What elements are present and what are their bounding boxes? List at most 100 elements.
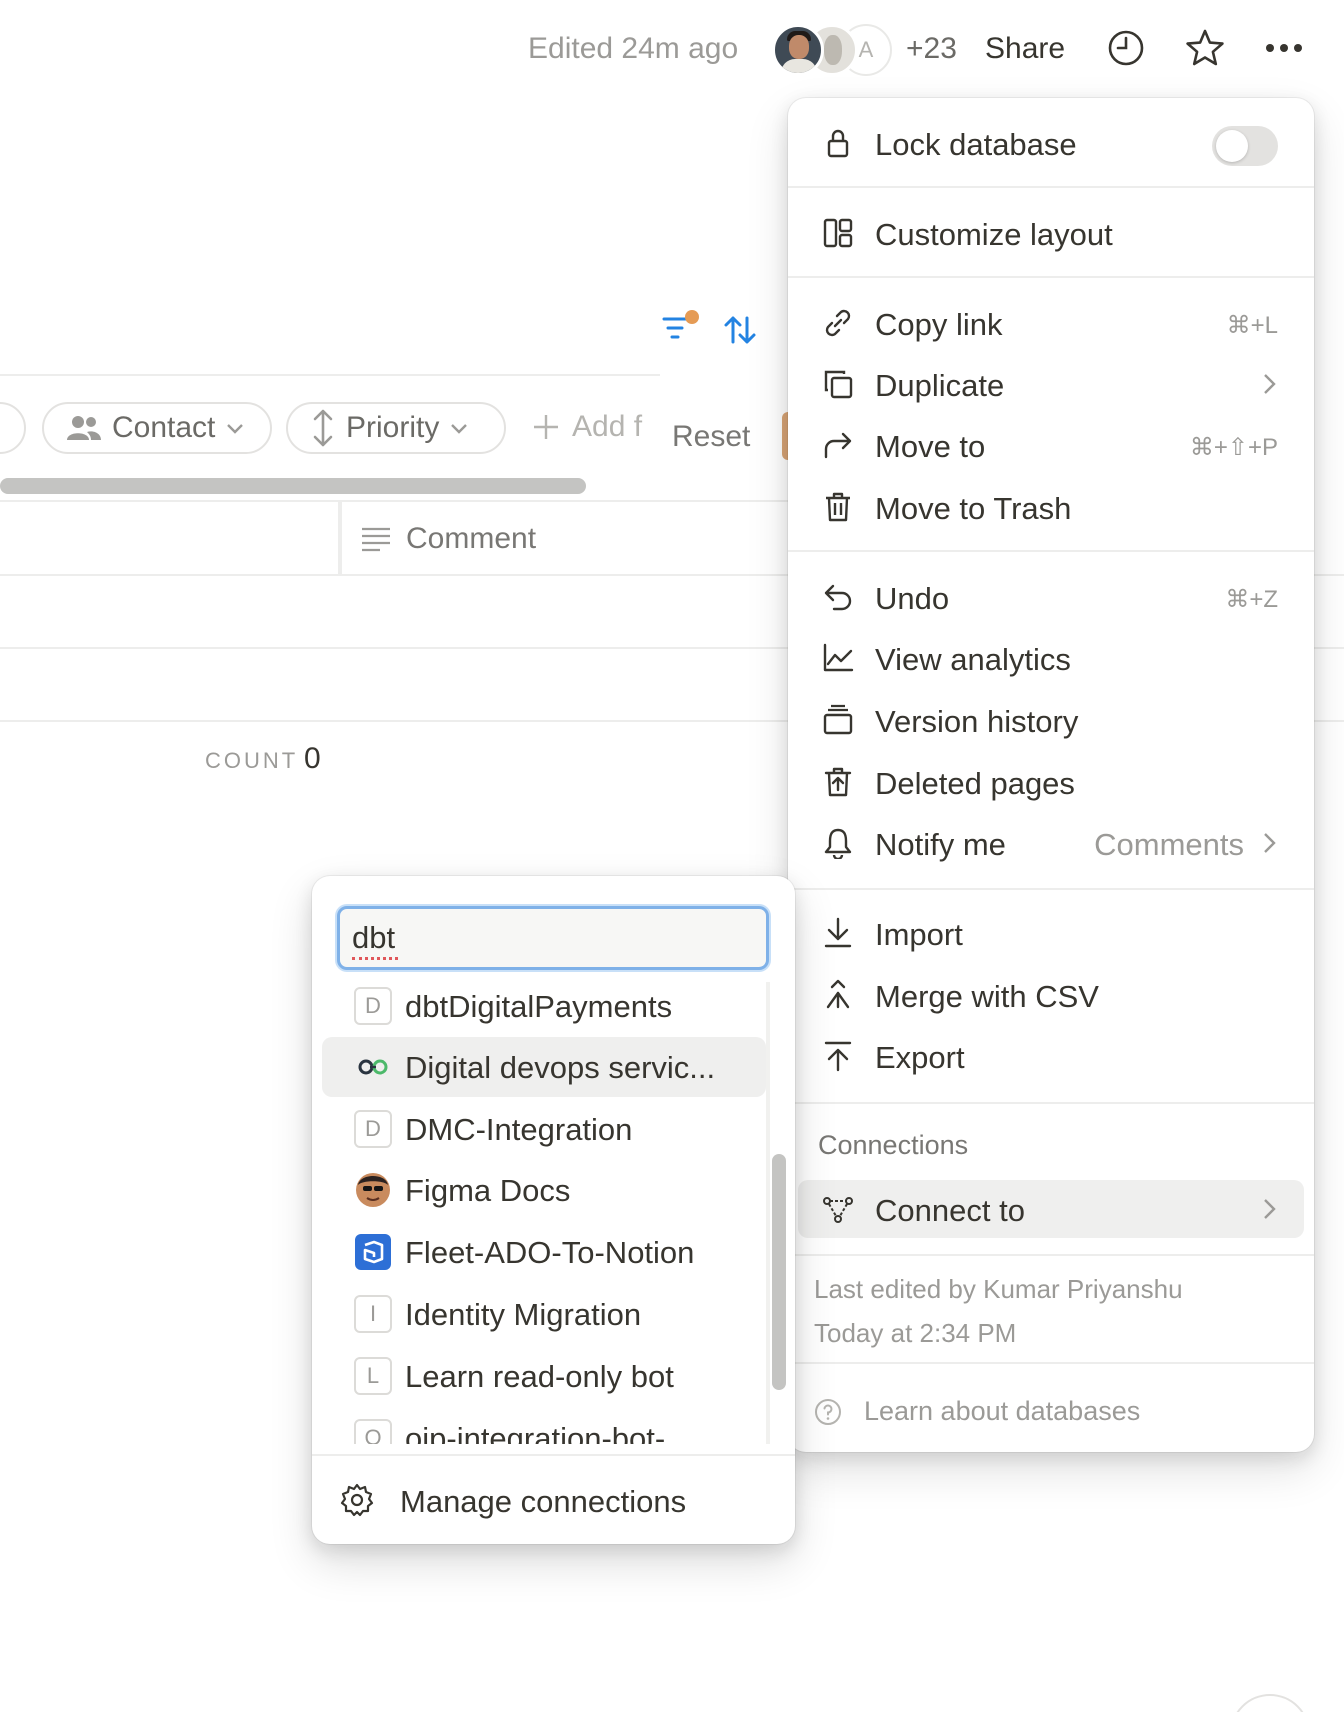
- menu-divider: [788, 1362, 1314, 1364]
- last-edited-by: Last edited by Kumar Priyanshu: [814, 1274, 1183, 1304]
- avatar[interactable]: [772, 24, 824, 76]
- share-button[interactable]: Share: [985, 32, 1065, 66]
- menu-item-label: Copy link: [875, 307, 1003, 342]
- manage-connections-label: Manage connections: [400, 1484, 687, 1519]
- learn-label: Learn about databases: [864, 1396, 1141, 1426]
- restore-trash-icon: [824, 767, 852, 797]
- reset-button[interactable]: Reset: [672, 420, 750, 454]
- menu-item-label: Merge with CSV: [875, 979, 1099, 1014]
- sort-icon[interactable]: [722, 312, 758, 348]
- trash-icon: [826, 492, 850, 522]
- list-item[interactable]: L Learn read-only bot: [322, 1346, 766, 1406]
- clock-icon[interactable]: [1106, 28, 1146, 68]
- shortcut-label: ⌘+L: [1226, 312, 1278, 339]
- count-label: COUNT: [205, 748, 299, 773]
- page-topbar: Edited 24m ago A +23 Share: [0, 0, 1344, 100]
- vertical-scrollbar[interactable]: [772, 1154, 786, 1390]
- menu-divider: [788, 1102, 1314, 1104]
- list-item[interactable]: Fleet-ADO-To-Notion: [322, 1222, 766, 1282]
- bell-icon: [824, 828, 852, 859]
- chevron-right-icon: [1264, 374, 1276, 394]
- import-icon: [824, 917, 852, 948]
- list-item[interactable]: O oip-integration-bot-: [322, 1408, 766, 1444]
- connection-search-input[interactable]: [337, 906, 769, 970]
- list-item[interactable]: I Identity Migration: [322, 1284, 766, 1344]
- column-header-label: Comment: [406, 522, 537, 555]
- menu-item-label: Undo: [875, 581, 950, 616]
- learn-about-databases-link[interactable]: Learn about databases: [814, 1396, 1140, 1427]
- filter-chip-contact[interactable]: Contact: [42, 402, 272, 454]
- connection-list[interactable]: D dbtDigitalPayments Digital devops serv…: [312, 980, 795, 1444]
- list-item-label: Fleet-ADO-To-Notion: [405, 1235, 695, 1270]
- move-arrow-icon: [824, 432, 852, 459]
- merge-icon: [826, 979, 850, 1009]
- more-collaborators-count[interactable]: +23: [906, 32, 957, 66]
- face-avatar-icon: [356, 1173, 390, 1207]
- more-icon[interactable]: [1264, 28, 1304, 68]
- list-item-label: Digital devops servic...: [405, 1050, 716, 1085]
- menu-divider: [788, 550, 1314, 552]
- menu-item-label: Customize layout: [875, 217, 1113, 252]
- database-options-menu: Lock database Customize layout Copy link…: [788, 98, 1314, 1452]
- menu-item-label: Duplicate: [875, 368, 1005, 403]
- menu-divider: [788, 888, 1314, 890]
- menu-item-version-history[interactable]: Version history: [798, 691, 1304, 749]
- manage-connections-button[interactable]: Manage connections: [322, 1470, 785, 1528]
- list-item[interactable]: D dbtDigitalPayments: [322, 980, 766, 1036]
- list-item[interactable]: Digital devops servic...: [322, 1037, 766, 1097]
- menu-item-label: Deleted pages: [875, 766, 1075, 801]
- menu-item-lock-database[interactable]: Lock database: [798, 114, 1304, 172]
- menu-item-deleted-pages[interactable]: Deleted pages: [798, 753, 1304, 811]
- menu-item-label: View analytics: [875, 642, 1071, 677]
- menu-item-view-analytics[interactable]: View analytics: [798, 629, 1304, 687]
- menu-item-label: Notify me: [875, 827, 1006, 862]
- filter-chip[interactable]: [0, 402, 26, 454]
- scroll-track: [766, 982, 770, 1444]
- chevron-down-icon: [227, 424, 244, 434]
- collaborator-avatars[interactable]: A: [772, 22, 897, 78]
- chevron-down-icon: [451, 424, 468, 434]
- menu-item-merge-csv[interactable]: Merge with CSV: [798, 966, 1304, 1024]
- menu-divider: [788, 1254, 1314, 1256]
- connections-section-header: Connections: [818, 1130, 969, 1160]
- list-item-label: oip-integration-bot-: [405, 1421, 666, 1444]
- filter-chip-priority[interactable]: Priority: [286, 402, 506, 454]
- link-icon: [358, 1059, 388, 1075]
- lock-toggle[interactable]: [1212, 126, 1278, 166]
- popup-divider: [312, 1454, 795, 1456]
- list-item[interactable]: Figma Docs: [322, 1160, 766, 1220]
- letter-badge-icon: O: [354, 1419, 392, 1444]
- link-icon: [825, 309, 851, 337]
- people-icon: [67, 416, 101, 440]
- list-item[interactable]: D DMC-Integration: [322, 1099, 766, 1159]
- undo-icon: [824, 584, 852, 611]
- column-header-comment[interactable]: Comment: [360, 522, 536, 556]
- menu-item-label: Move to: [875, 429, 986, 464]
- menu-item-label: Import: [875, 917, 963, 952]
- menu-item-label: Move to Trash: [875, 491, 1072, 526]
- star-icon[interactable]: [1185, 28, 1225, 68]
- menu-item-connect-to[interactable]: Connect to: [798, 1180, 1304, 1238]
- menu-item-undo[interactable]: Undo ⌘+Z: [798, 568, 1304, 626]
- plus-icon: [534, 415, 558, 439]
- shortcut-label: ⌘+Z: [1225, 586, 1278, 613]
- menu-item-move-to[interactable]: Move to ⌘+⇧+P: [798, 416, 1304, 474]
- menu-item-notify-me[interactable]: Notify me Comments: [798, 814, 1304, 872]
- menu-item-import[interactable]: Import: [798, 904, 1304, 962]
- menu-item-label: Export: [875, 1040, 965, 1075]
- add-filter-button[interactable]: Add f: [532, 410, 648, 444]
- menu-item-export[interactable]: Export: [798, 1027, 1304, 1085]
- menu-item-label: Connect to: [875, 1193, 1025, 1228]
- menu-item-customize-layout[interactable]: Customize layout: [798, 204, 1304, 262]
- lock-icon: [827, 129, 849, 158]
- menu-divider: [788, 276, 1314, 278]
- help-circle-icon: [815, 1398, 841, 1425]
- column-divider[interactable]: [338, 502, 342, 574]
- letter-badge-icon: D: [354, 1110, 392, 1148]
- horizontal-scrollbar[interactable]: [0, 478, 586, 494]
- version-history-icon: [823, 704, 853, 735]
- help-button[interactable]: [1230, 1694, 1310, 1712]
- menu-item-move-to-trash[interactable]: Move to Trash: [798, 478, 1304, 536]
- menu-item-copy-link[interactable]: Copy link ⌘+L: [798, 294, 1304, 352]
- menu-item-duplicate[interactable]: Duplicate: [798, 355, 1304, 413]
